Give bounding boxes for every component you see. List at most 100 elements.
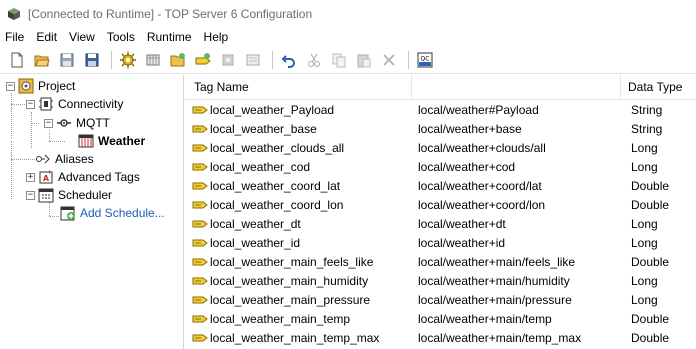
expand-toggle[interactable]: +	[26, 172, 35, 182]
grid-body: local_weather_Payload local/weather#Paylo…	[185, 100, 696, 347]
tag-name-text: local_weather_coord_lon	[210, 197, 344, 212]
tag-icon	[192, 296, 208, 303]
cut-button[interactable]	[303, 49, 325, 71]
column-header-address[interactable]	[412, 75, 621, 100]
tag-icon	[192, 220, 208, 227]
cell-data-type: Long	[631, 293, 696, 307]
cell-address: local/weather+base	[412, 122, 631, 136]
cell-address: local/weather+coord/lat	[412, 179, 631, 193]
table-row[interactable]: local_weather_Payload local/weather#Paylo…	[185, 100, 696, 119]
tree-item-weather[interactable]: Weather	[78, 132, 145, 150]
tag-icon	[192, 163, 208, 170]
column-header-tag-name[interactable]: Tag Name	[185, 75, 412, 100]
cell-tag-name: local_weather_dt	[185, 216, 412, 232]
table-row[interactable]: local_weather_id local/weather+id Long	[185, 233, 696, 252]
menu-file[interactable]: File	[0, 30, 30, 44]
menu-tools[interactable]: Tools	[101, 30, 141, 44]
new-button[interactable]	[6, 49, 28, 71]
cell-data-type: Long	[631, 160, 696, 174]
app-icon	[8, 7, 20, 20]
address-text: local/weather+coord/lat	[418, 178, 542, 193]
tree-item-add-schedule[interactable]: Add Schedule...	[60, 204, 165, 222]
table-row[interactable]: local_weather_main_humidity local/weather…	[185, 271, 696, 290]
new-tag-button[interactable]	[192, 49, 214, 71]
open-folder-icon	[34, 55, 50, 67]
address-text: local/weather+id	[418, 235, 506, 250]
tree-item-mqtt[interactable]: − MQTT	[44, 114, 110, 132]
copy-icon	[332, 53, 346, 68]
bulk-tag-button[interactable]	[217, 49, 239, 71]
table-row[interactable]: local_weather_coord_lat local/weather+coo…	[185, 176, 696, 195]
new-channel-button[interactable]	[117, 49, 139, 71]
cell-data-type: Long	[631, 141, 696, 155]
tag-name-text: local_weather_dt	[210, 216, 301, 231]
copy-button[interactable]	[328, 49, 350, 71]
tree-label-aliases: Aliases	[55, 152, 94, 166]
cell-address: local/weather+main/pressure	[412, 293, 631, 307]
data-type-text: Long	[631, 235, 658, 250]
advanced-tags-icon: A	[39, 170, 53, 184]
calendar-icon	[38, 188, 54, 203]
menu-edit[interactable]: Edit	[30, 30, 63, 44]
data-type-text: Long	[631, 140, 658, 155]
delete-button[interactable]	[378, 49, 400, 71]
table-row[interactable]: local_weather_coord_lon local/weather+coo…	[185, 195, 696, 214]
table-row[interactable]: local_weather_main_pressure local/weather…	[185, 290, 696, 309]
new-tag-icon	[195, 53, 211, 65]
address-text: local/weather+main/temp	[418, 311, 552, 326]
menu-help[interactable]: Help	[198, 30, 235, 44]
tree-item-project[interactable]: − Project	[6, 77, 75, 95]
tree-item-connectivity[interactable]: − Connectivity	[26, 95, 123, 113]
tag-icon	[192, 334, 208, 341]
table-row[interactable]: local_weather_main_feels_like local/weath…	[185, 252, 696, 271]
cell-address: local/weather#Payload	[412, 103, 631, 117]
cell-tag-name: local_weather_cod	[185, 159, 412, 175]
table-row[interactable]: local_weather_dt local/weather+dt Long	[185, 214, 696, 233]
table-row[interactable]: local_weather_base local/weather+base Stri…	[185, 119, 696, 138]
new-tag-group-button[interactable]	[167, 49, 189, 71]
paste-icon	[357, 54, 371, 68]
data-type-text: String	[631, 121, 663, 136]
device-icon	[78, 134, 94, 148]
tree-item-aliases[interactable]: Aliases	[35, 150, 94, 168]
quick-client-icon: QC	[417, 52, 433, 68]
new-channel-icon	[120, 52, 136, 68]
menu-view[interactable]: View	[63, 30, 101, 44]
address-text: local/weather#Payload	[418, 102, 539, 117]
column-header-data-type[interactable]: Data Type	[621, 75, 696, 100]
address-text: local/weather+cod	[418, 159, 516, 174]
menu-runtime[interactable]: Runtime	[141, 30, 198, 44]
collapse-toggle[interactable]: −	[44, 118, 53, 128]
open-button[interactable]	[31, 49, 53, 71]
save-icon	[60, 53, 74, 67]
tag-icon	[192, 201, 208, 208]
address-text: local/weather+coord/lon	[418, 197, 546, 212]
new-device-button[interactable]	[142, 49, 164, 71]
cell-data-type: Double	[631, 179, 696, 193]
cell-tag-name: local_weather_main_pressure	[185, 292, 412, 308]
save-as-button[interactable]	[81, 49, 103, 71]
table-row[interactable]: local_weather_main_temp_max local/weather…	[185, 328, 696, 347]
undo-button[interactable]	[278, 49, 300, 71]
cell-address: local/weather+cod	[412, 160, 631, 174]
new-device-icon	[146, 54, 160, 66]
cell-data-type: Double	[631, 255, 696, 269]
tree-item-scheduler[interactable]: − Scheduler	[26, 186, 112, 204]
tag-icon	[192, 239, 208, 246]
tree-label-scheduler: Scheduler	[58, 188, 113, 202]
tag-name-text: local_weather_main_temp	[210, 311, 351, 326]
quick-client-button[interactable]: QC	[414, 49, 436, 71]
tag-icon	[192, 106, 208, 113]
collapse-toggle[interactable]: −	[26, 190, 35, 200]
cell-data-type: Double	[631, 331, 696, 345]
table-row[interactable]: local_weather_main_temp local/weather+mai…	[185, 309, 696, 328]
add-schedule-icon	[60, 206, 75, 221]
paste-button[interactable]	[353, 49, 375, 71]
table-row[interactable]: local_weather_cod local/weather+cod Long	[185, 157, 696, 176]
tree-item-advanced-tags[interactable]: + A Advanced Tags	[26, 168, 140, 186]
properties-button[interactable]	[242, 49, 264, 71]
save-button[interactable]	[56, 49, 78, 71]
table-row[interactable]: local_weather_clouds_all local/weather+cl…	[185, 138, 696, 157]
collapse-toggle[interactable]: −	[6, 81, 15, 91]
collapse-toggle[interactable]: −	[26, 99, 35, 109]
